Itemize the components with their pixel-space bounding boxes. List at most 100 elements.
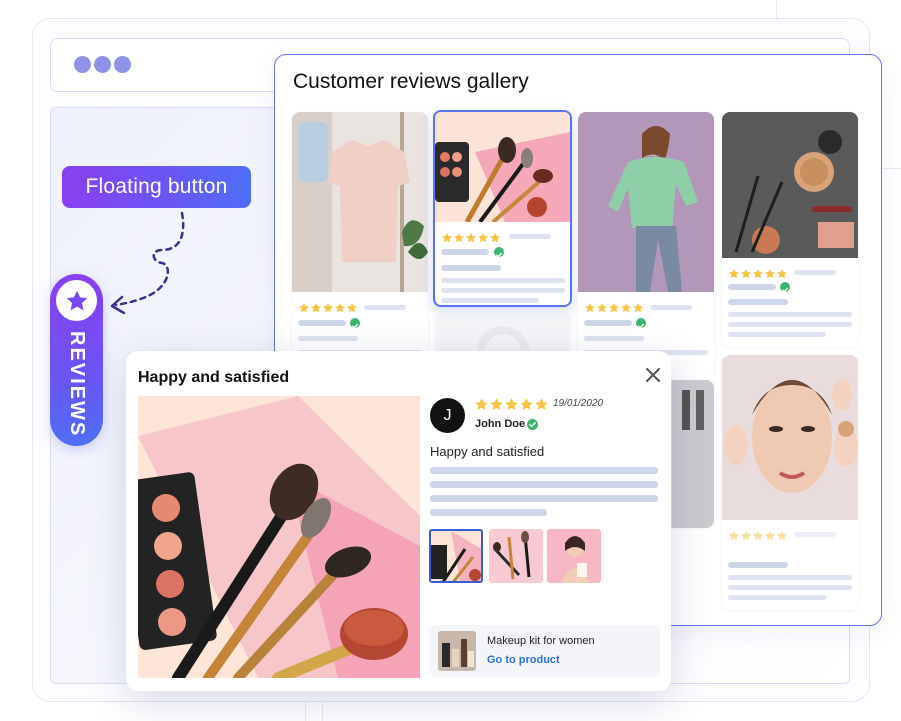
review-card-selected[interactable] — [433, 110, 572, 307]
star-icon — [765, 269, 775, 279]
placeholder-line — [728, 284, 776, 290]
star-icon — [347, 303, 357, 313]
placeholder-line — [441, 298, 539, 303]
placeholder-line — [728, 575, 852, 580]
rating-stars — [728, 268, 788, 280]
photo-thumbnail[interactable] — [489, 529, 543, 583]
placeholder-line — [441, 278, 565, 283]
product-thumbnail — [438, 631, 476, 671]
verified-icon — [494, 247, 504, 258]
star-icon — [520, 398, 533, 410]
review-main-photo[interactable] — [138, 396, 420, 678]
star-icon — [323, 303, 333, 313]
floating-button-callout: Floating button — [62, 166, 251, 208]
review-author: John Doe — [475, 418, 526, 430]
star-icon — [466, 233, 476, 243]
review-photo — [435, 112, 570, 222]
star-icon — [753, 269, 763, 279]
placeholder-line — [728, 332, 826, 337]
placeholder-line — [441, 249, 489, 255]
review-photo — [292, 112, 428, 292]
review-popup: Happy and satisfied J 19/01/2020 John Do… — [126, 351, 671, 691]
popup-title: Happy and satisfied — [138, 369, 290, 386]
star-icon — [621, 303, 631, 313]
review-photo — [578, 112, 714, 292]
review-card[interactable] — [722, 112, 858, 347]
star-icon — [490, 398, 503, 410]
placeholder-line — [728, 312, 852, 317]
check-circle-icon — [527, 419, 538, 430]
star-icon — [475, 398, 488, 410]
star-icon — [505, 398, 518, 410]
window-dot — [74, 56, 91, 73]
star-icon — [777, 531, 787, 541]
star-icon — [729, 269, 739, 279]
verified-icon — [636, 318, 646, 329]
placeholder-line — [728, 322, 852, 327]
dashed-arrow-icon — [110, 211, 185, 315]
star-icon — [597, 303, 607, 313]
rating-stars — [441, 232, 501, 244]
guide-line — [322, 702, 323, 721]
star-icon — [741, 269, 751, 279]
star-icon — [311, 303, 321, 313]
star-icon — [299, 303, 309, 313]
rating-stars — [298, 302, 358, 314]
product-card[interactable]: Makeup kit for women Go to product — [430, 625, 660, 677]
star-icon — [753, 531, 763, 541]
star-icon — [633, 303, 643, 313]
star-icon — [442, 233, 452, 243]
go-to-product-link[interactable]: Go to product — [487, 654, 560, 666]
star-icon — [56, 280, 97, 321]
placeholder-line — [584, 320, 632, 326]
rating-stars — [474, 397, 549, 412]
verified-icon — [780, 282, 790, 293]
placeholder-line — [728, 562, 788, 568]
placeholder-line — [509, 234, 551, 239]
verified-icon — [350, 318, 360, 329]
review-text-line — [430, 481, 658, 488]
review-card[interactable] — [722, 355, 858, 610]
star-icon — [729, 531, 739, 541]
review-date: 19/01/2020 — [553, 398, 604, 409]
placeholder-line — [584, 336, 644, 341]
placeholder-line — [298, 336, 358, 341]
reviews-floating-button[interactable]: REVIEWS — [50, 274, 103, 446]
guide-line — [305, 702, 306, 721]
star-icon — [535, 398, 548, 410]
review-text-line — [430, 509, 547, 516]
placeholder-line — [728, 299, 788, 305]
photo-thumbnail[interactable] — [547, 529, 601, 583]
close-icon[interactable] — [643, 365, 663, 385]
rating-stars — [728, 530, 788, 542]
guide-line — [776, 0, 777, 20]
placeholder-line — [794, 270, 836, 275]
placeholder-line — [794, 532, 836, 537]
star-icon — [478, 233, 488, 243]
placeholder-line — [364, 305, 406, 310]
placeholder-line — [441, 288, 565, 293]
star-icon — [454, 233, 464, 243]
review-headline: Happy and satisfied — [430, 444, 545, 459]
photo-thumbnail-selected[interactable] — [429, 529, 483, 583]
placeholder-line — [650, 305, 692, 310]
star-icon — [741, 531, 751, 541]
star-icon — [777, 269, 787, 279]
star-icon — [765, 531, 775, 541]
gallery-title: Customer reviews gallery — [293, 70, 529, 93]
review-text-line — [430, 467, 658, 474]
window-dot — [114, 56, 131, 73]
placeholder-line — [298, 320, 346, 326]
placeholder-line — [728, 595, 826, 600]
review-photo — [722, 112, 858, 258]
star-icon — [609, 303, 619, 313]
placeholder-line — [728, 585, 852, 590]
window-dot — [94, 56, 111, 73]
review-photo — [722, 355, 858, 520]
star-icon — [490, 233, 500, 243]
star-icon — [585, 303, 595, 313]
rating-stars — [584, 302, 644, 314]
avatar: J — [430, 398, 465, 433]
product-name: Makeup kit for women — [487, 635, 595, 647]
placeholder-line — [441, 265, 501, 271]
